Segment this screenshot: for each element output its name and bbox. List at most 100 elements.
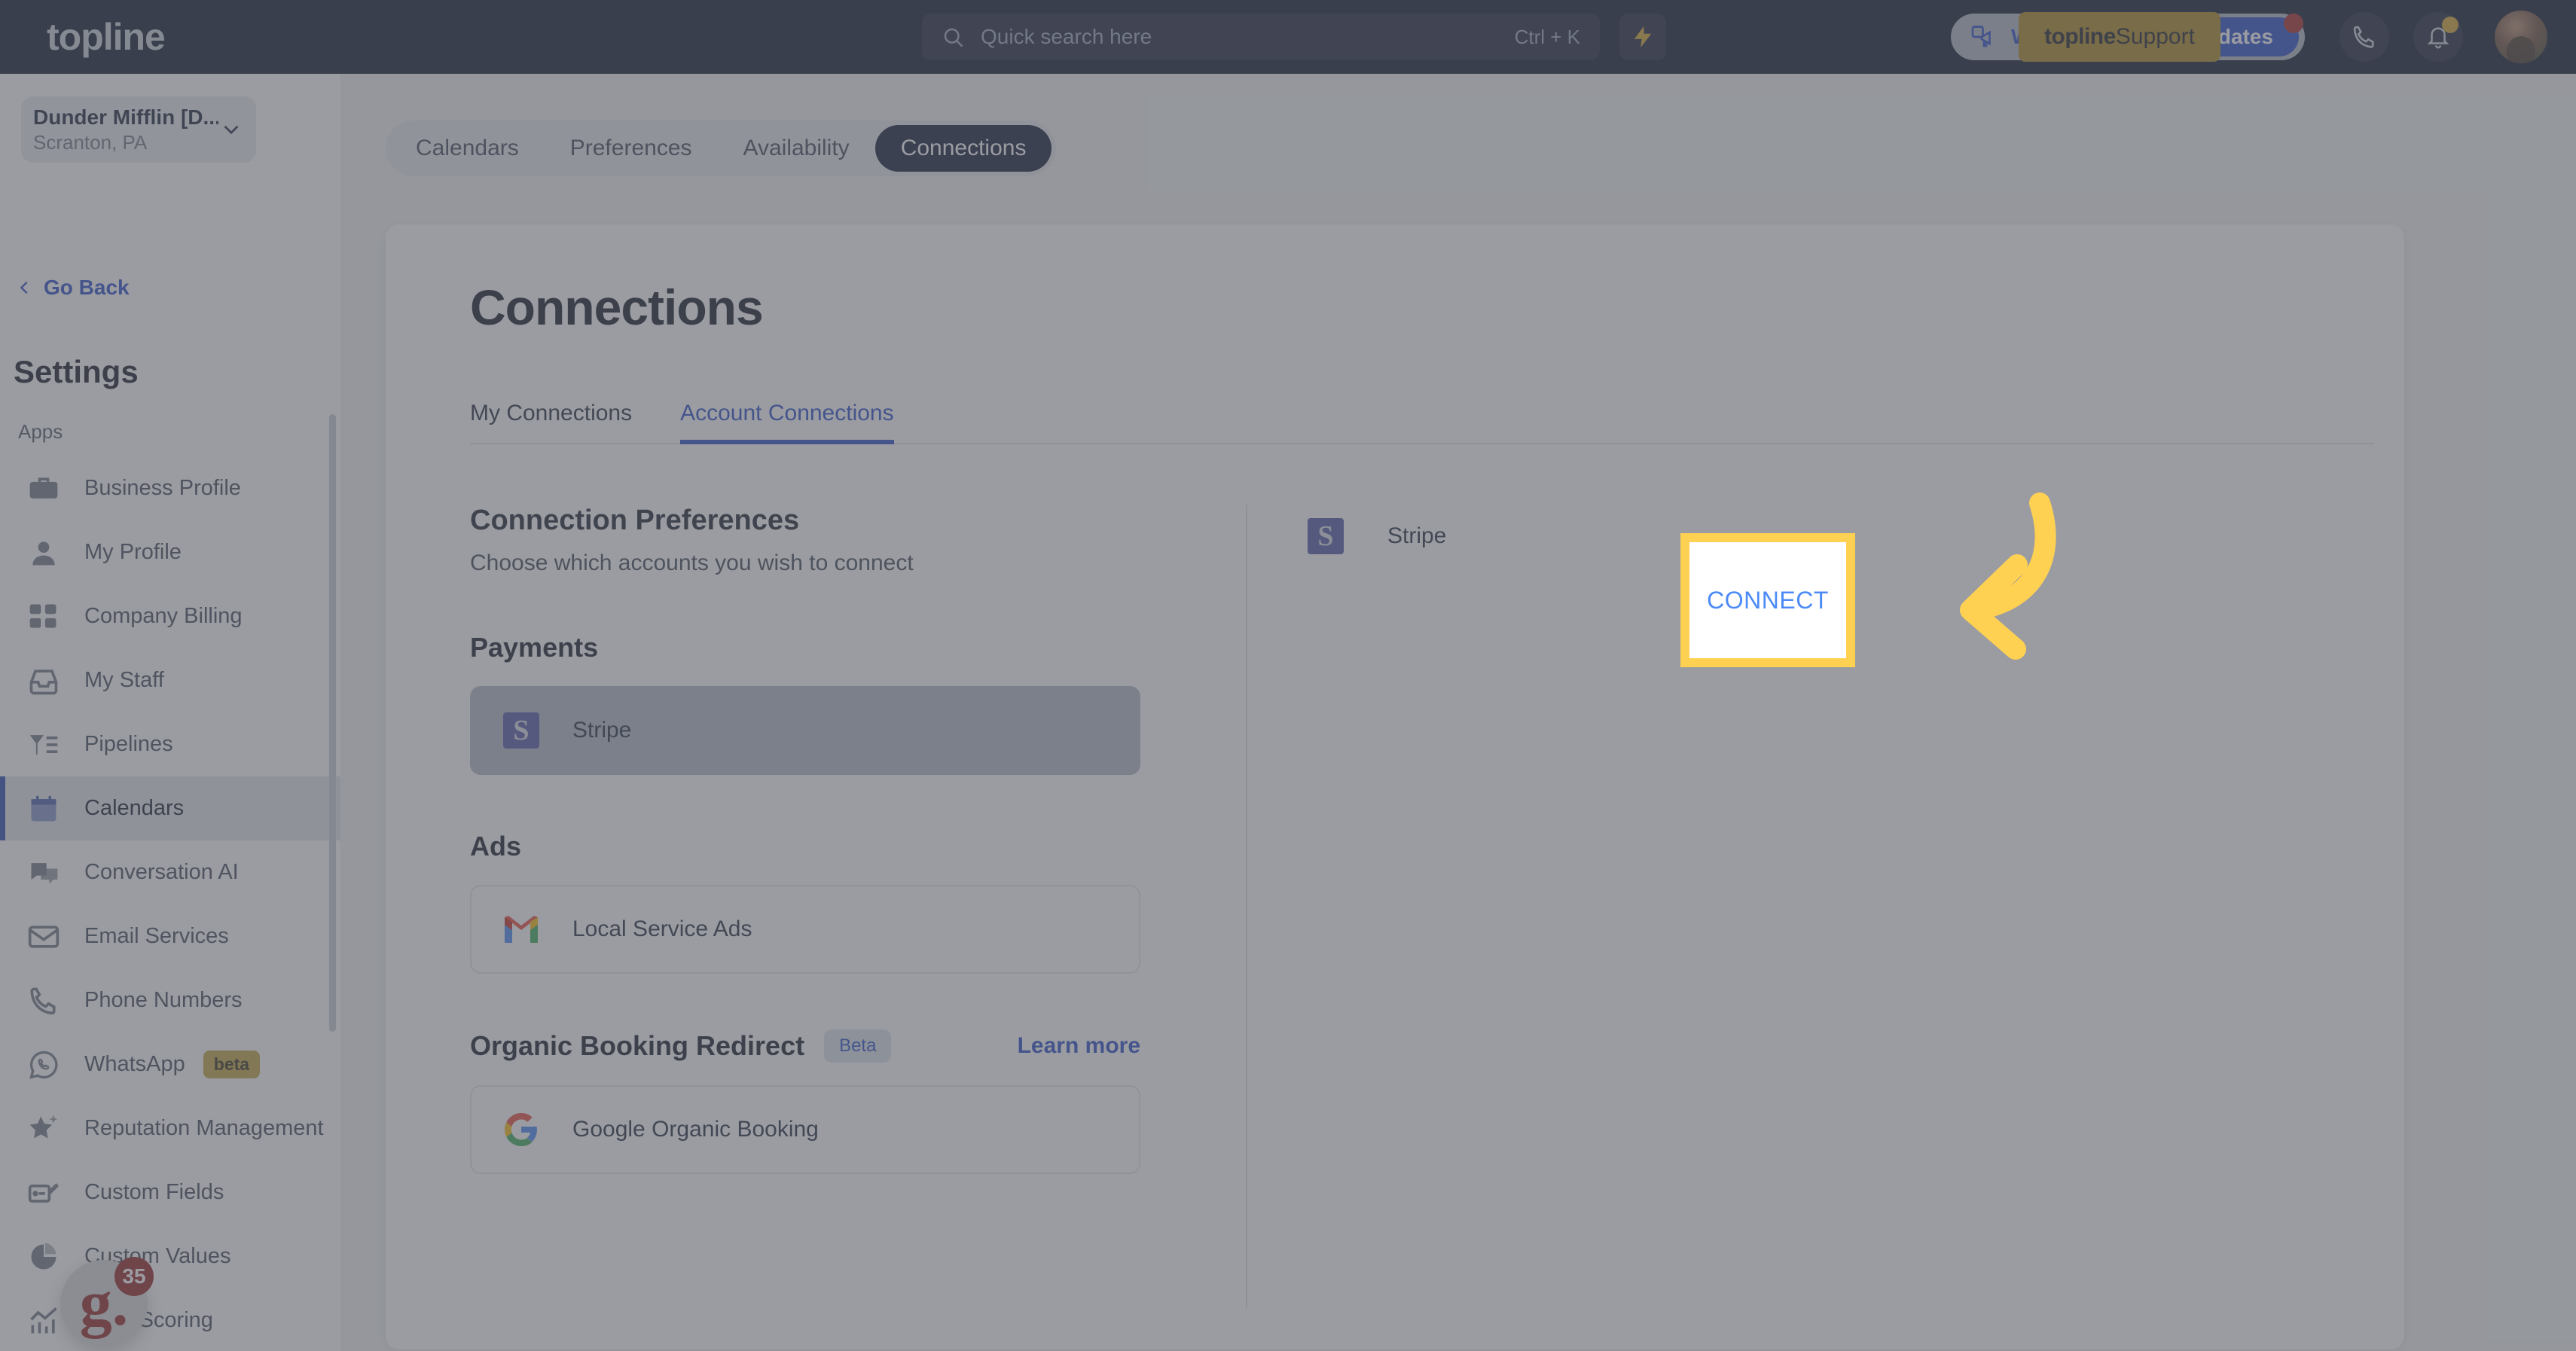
sidebar-item-business-profile[interactable]: Business Profile — [0, 456, 340, 520]
google-g-icon — [505, 1113, 537, 1146]
sidebar-nav: Business Profile My Profile Company Bill… — [0, 456, 340, 1351]
connections-card: Connections My Connections Account Conne… — [386, 224, 2404, 1349]
location-sub: Scranton, PA — [33, 130, 148, 154]
sidebar-item-my-profile[interactable]: My Profile — [0, 520, 340, 584]
tooltip-brand: topline — [2044, 24, 2116, 49]
sidebar-item-label: Email Services — [84, 924, 229, 948]
connection-option-google-organic-booking[interactable]: Google Organic Booking — [470, 1085, 1140, 1174]
location-selector[interactable]: Dunder Mifflin [D... Scranton, PA — [21, 96, 256, 163]
connection-option-local-service-ads[interactable]: Local Service Ads — [470, 885, 1140, 974]
sidebar-item-lead-scoring[interactable]: Lead Scoring — [0, 1288, 340, 1351]
stripe-icon: S — [503, 712, 539, 749]
learn-more-link[interactable]: Learn more — [1018, 1033, 1140, 1059]
phone-icon — [2353, 26, 2374, 48]
person-icon — [32, 541, 55, 565]
sidebar-item-pipelines[interactable]: Pipelines — [0, 712, 340, 776]
connection-subtabs: My Connections Account Connections — [470, 383, 2374, 444]
curved-arrow-left-icon — [1960, 493, 2056, 660]
search-input[interactable]: Quick search here Ctrl + K — [922, 14, 1600, 60]
subtab-account-connections[interactable]: Account Connections — [680, 401, 894, 444]
quick-actions-button[interactable] — [1619, 14, 1666, 60]
top-bar: topline Quick search here Ctrl + K What'… — [0, 0, 2576, 74]
sidebar-item-label: Calendars — [84, 796, 185, 820]
beta-badge: beta — [203, 1051, 261, 1078]
connect-button[interactable]: CONNECT — [1680, 533, 1855, 667]
tab-preferences[interactable]: Preferences — [545, 125, 718, 172]
envelope-icon — [28, 925, 60, 948]
support-chat-widget[interactable]: g. 35 — [60, 1257, 154, 1347]
sidebar-item-label: Pipelines — [84, 732, 173, 756]
app-logo[interactable]: topline — [47, 15, 166, 59]
calendar-icon — [31, 795, 56, 821]
sidebar-item-company-billing[interactable]: Company Billing — [0, 584, 340, 648]
connection-option-label: Stripe — [572, 718, 632, 743]
go-back-button[interactable]: Go Back — [17, 276, 130, 300]
search-icon — [944, 28, 963, 47]
phone-button[interactable] — [2339, 12, 2389, 62]
card-title: Connections — [470, 279, 764, 335]
connected-account-row: S Stripe — [1308, 518, 1446, 554]
sidebar-item-phone-numbers[interactable]: Phone Numbers beta — [0, 968, 340, 1032]
sidebar-item-label: My Staff — [84, 668, 164, 692]
connections-panels: Connection Preferences Choose which acco… — [470, 505, 2404, 1309]
avatar[interactable] — [2495, 11, 2547, 63]
stripe-icon: S — [1308, 518, 1344, 554]
sidebar-item-custom-fields[interactable]: Custom Fields — [0, 1160, 340, 1224]
notifications-button[interactable] — [2413, 12, 2463, 62]
preferences-subtitle: Choose which accounts you wish to connec… — [470, 550, 914, 575]
connected-account-name: Stripe — [1387, 523, 1447, 548]
whatsapp-icon — [29, 1051, 58, 1079]
sidebar-item-label: Reputation Management — [84, 1116, 324, 1140]
connection-preferences-panel: Connection Preferences Choose which acco… — [470, 505, 1246, 1309]
sidebar-item-label: WhatsApp — [84, 1052, 185, 1076]
sidebar-item-whatsapp[interactable]: WhatsApp beta — [0, 1032, 340, 1096]
gmail-m-icon — [505, 916, 538, 943]
sidebar-item-label: My Profile — [84, 540, 182, 564]
notification-dot — [2442, 17, 2458, 33]
search-shortcut: Ctrl + K — [1514, 25, 1580, 48]
group-heading-text: Organic Booking Redirect — [470, 1030, 805, 1061]
chevron-down-icon — [224, 125, 239, 135]
group-heading-organic-booking: Organic Booking Redirect Beta Learn more — [470, 1029, 1140, 1063]
sidebar-item-custom-values[interactable]: Custom Values — [0, 1224, 340, 1288]
briefcase-icon — [29, 477, 58, 499]
sidebar-item-reputation-management[interactable]: Reputation Management — [0, 1096, 340, 1160]
connection-option-stripe[interactable]: S Stripe — [470, 686, 1140, 775]
updates-notification-dot — [2284, 14, 2303, 33]
tab-calendars[interactable]: Calendars — [390, 125, 545, 172]
sidebar-group-label: Apps — [18, 420, 63, 443]
edit-field-icon — [28, 1182, 60, 1203]
trend-chart-icon — [30, 1307, 57, 1333]
sidebar-item-calendars[interactable]: Calendars — [0, 776, 340, 840]
search-placeholder: Quick search here — [981, 25, 1152, 48]
main-content: Calendars Preferences Availability Conne… — [340, 74, 2576, 1351]
group-heading-payments: Payments — [470, 632, 599, 663]
sidebar-item-conversation-ai[interactable]: Conversation AI — [0, 840, 340, 904]
tooltip-text: Support — [2115, 24, 2195, 49]
support-tooltip: topline Support — [2019, 12, 2220, 62]
inbox-icon — [29, 669, 58, 694]
star-sparkle-icon — [29, 1115, 58, 1138]
sidebar-item-label: Conversation AI — [84, 860, 239, 884]
location-name: Dunder Mifflin [D... — [33, 105, 218, 129]
sidebar-item-label: Custom Fields — [84, 1180, 224, 1204]
preferences-title: Connection Preferences — [470, 505, 800, 536]
group-heading-ads: Ads — [470, 831, 522, 862]
subtab-my-connections[interactable]: My Connections — [470, 401, 632, 443]
connection-option-label: Google Organic Booking — [572, 1117, 819, 1142]
calculator-icon — [29, 604, 56, 628]
sidebar-scrollbar[interactable] — [329, 414, 336, 1032]
tab-connections[interactable]: Connections — [874, 125, 1052, 172]
tab-availability[interactable]: Availability — [718, 125, 875, 172]
megaphone-calendar-icon — [1971, 26, 1991, 47]
sidebar-item-my-staff[interactable]: My Staff — [0, 648, 340, 712]
chat-bubbles-icon — [29, 862, 58, 884]
sidebar-item-email-services[interactable]: Email Services — [0, 904, 340, 968]
lightning-bolt-icon — [1634, 26, 1652, 48]
filter-list-icon — [29, 734, 58, 755]
go-back-label: Go Back — [44, 276, 130, 299]
section-tabs: Calendars Preferences Availability Conne… — [386, 120, 1057, 176]
beta-badge: Beta — [824, 1029, 892, 1063]
sidebar-item-label: Company Billing — [84, 604, 243, 628]
page-title: Settings — [14, 354, 139, 389]
